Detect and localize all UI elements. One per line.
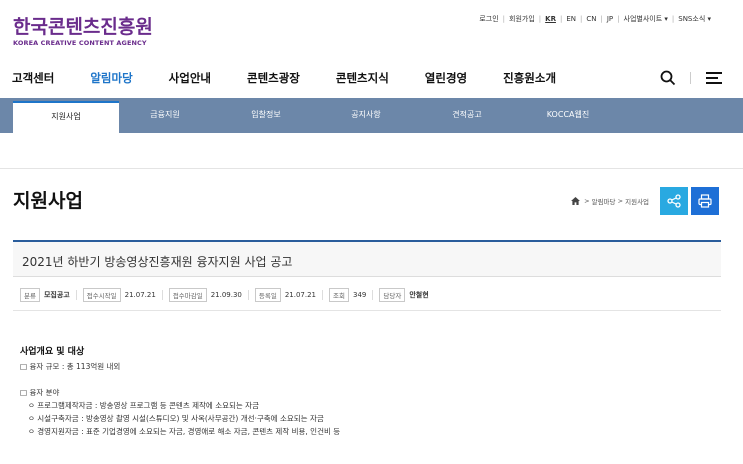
page-title: 지원사업 [13, 190, 83, 212]
meta-manager: 안철현 [409, 291, 429, 299]
share-icon [667, 194, 681, 208]
article-header: 2021년 하반기 방송영상진흥재원 융자지원 사업 공고 [13, 240, 721, 277]
body-list-item: ㅇ 시설구축자금 : 방송영상 촬영 시설(스튜디오) 및 사옥(사무공간) 개… [28, 414, 324, 423]
meta-label: 등록일 [254, 288, 281, 302]
breadcrumb: > 알림마당 > 지원사업 [571, 196, 649, 206]
body-line: □ 융자 규모 : 총 113억원 내외 [20, 362, 121, 371]
nav-customer-center[interactable]: 고객센터 [12, 70, 54, 86]
share-button[interactable] [660, 187, 688, 215]
body-line: □ 융자 분야 [20, 388, 60, 397]
lang-jp-link[interactable]: JP [603, 15, 617, 23]
logo-korean: 한국콘텐츠진흥원 [13, 16, 153, 38]
nav-content-plaza[interactable]: 콘텐츠광장 [247, 70, 300, 86]
meta-reg-date: 21.07.21 [284, 291, 317, 299]
nav-about[interactable]: 진흥원소개 [503, 70, 556, 86]
subnav-announcement[interactable]: 공지사항 [320, 98, 412, 133]
utility-menu: 로그인 | 회원가입 | KR | EN | CN | JP | 사업별사이트 ▾ | SNS… [475, 14, 715, 24]
subnav-bid[interactable]: 입찰정보 [220, 98, 312, 133]
meta-label: 접수마감일 [168, 288, 207, 302]
home-icon[interactable] [571, 197, 580, 205]
logo[interactable]: 한국콘텐츠진흥원 KOREA CREATIVE CONTENT AGENCY [13, 16, 153, 47]
nav-notices[interactable]: 알림마당 [90, 70, 132, 86]
subnav-finance[interactable]: 금융지원 [119, 98, 211, 133]
breadcrumb-item[interactable]: 알림마당 [592, 196, 616, 206]
subnav-quote[interactable]: 견적공고 [421, 98, 513, 133]
nav-content-knowledge[interactable]: 콘텐츠지식 [336, 70, 389, 86]
meta-end-date: 21.09.30 [210, 291, 242, 299]
meta-category: 모집공고 [43, 291, 70, 299]
sub-nav: 지원사업 금융지원 입찰정보 공지사항 견적공고 KOCCA웹진 [0, 98, 743, 133]
logo-english: KOREA CREATIVE CONTENT AGENCY [13, 39, 147, 47]
lang-en-link[interactable]: EN [562, 15, 580, 23]
lang-kr-link[interactable]: KR [541, 15, 560, 23]
body-list-item: ㅇ 프로그램제작자금 : 방송영상 프로그램 등 콘텐츠 제작에 소요되는 자금 [28, 401, 259, 410]
meta-start-date: 21.07.21 [124, 291, 156, 299]
nav-business[interactable]: 사업안내 [169, 70, 211, 86]
meta-label: 조회 [329, 288, 349, 302]
search-icon[interactable] [660, 70, 676, 86]
article-body: 사업개요 및 대상 □ 융자 규모 : 총 113억원 내외 □ 융자 분야 ㅇ… [20, 344, 340, 438]
login-link[interactable]: 로그인 [475, 14, 502, 24]
meta-divider [13, 310, 721, 311]
section-heading: 사업개요 및 대상 [20, 347, 85, 357]
signup-link[interactable]: 회원가입 [505, 14, 539, 24]
print-button[interactable] [691, 187, 719, 215]
meta-label: 담당자 [379, 288, 406, 302]
print-icon [698, 194, 712, 208]
article-meta: 분류 모집공고 접수시작일 21.07.21 접수마감일 21.09.30 등록… [20, 288, 435, 302]
meta-views: 349 [352, 291, 367, 299]
content-divider [0, 168, 743, 169]
header-divider [690, 72, 691, 84]
hamburger-menu-icon[interactable] [706, 72, 722, 84]
meta-label: 접수시작일 [82, 288, 121, 302]
main-nav: 고객센터 알림마당 사업안내 콘텐츠광장 콘텐츠지식 열린경영 진흥원소개 [12, 70, 592, 86]
lang-cn-link[interactable]: CN [582, 15, 600, 23]
breadcrumb-item[interactable]: 지원사업 [625, 196, 649, 206]
article-title: 2021년 하반기 방송영상진흥재원 융자지원 사업 공고 [22, 255, 293, 269]
subnav-support[interactable]: 지원사업 [13, 101, 119, 133]
nav-open-management[interactable]: 열린경영 [425, 70, 467, 86]
business-sites-dropdown[interactable]: 사업별사이트 ▾ [620, 14, 672, 24]
body-list-item: ㅇ 경영지원자금 : 표준 기업경영에 소요되는 자금, 경영애로 해소 자금,… [28, 427, 341, 436]
meta-label: 분류 [20, 288, 40, 302]
subnav-webzine[interactable]: KOCCA웹진 [522, 98, 614, 133]
sns-dropdown[interactable]: SNS소식 ▾ [674, 14, 715, 24]
